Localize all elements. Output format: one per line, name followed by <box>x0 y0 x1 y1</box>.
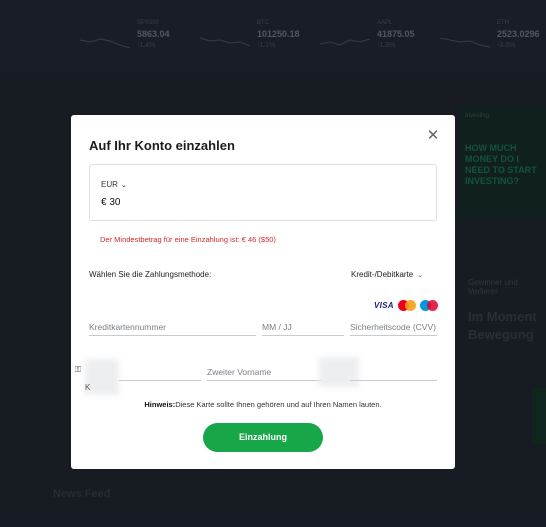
card-number-input[interactable] <box>89 318 256 336</box>
visa-icon: VISA <box>374 300 394 310</box>
last-name-input[interactable] <box>350 363 437 381</box>
redacted-glyph: K <box>85 383 91 392</box>
hint-text: Diese Karte sollte Ihnen gehören und auf… <box>175 400 382 409</box>
card-brands: VISA <box>374 299 438 311</box>
chevron-down-icon: ⌄ <box>417 272 424 279</box>
redacted-glyph: ⚿ <box>75 365 82 374</box>
amount-input[interactable] <box>101 197 421 208</box>
card-ownership-hint: Hinweis:Diese Karte sollte Ihnen gehören… <box>71 400 455 409</box>
middle-name-input[interactable] <box>207 363 322 381</box>
currency-label: EUR <box>101 180 118 189</box>
mastercard-icon <box>397 299 416 311</box>
first-name-input[interactable] <box>119 363 201 381</box>
chevron-down-icon: ⌄ <box>120 182 127 189</box>
min-amount-error: Der Mindestbetrag für eine Einzahlung is… <box>100 235 276 244</box>
expiry-input[interactable] <box>262 318 344 336</box>
payment-method-value: Kredit-/Debitkarte <box>351 270 414 279</box>
deposit-button[interactable]: Einzahlung <box>203 423 323 452</box>
payment-method-select[interactable]: Kredit-/Debitkarte ⌄ <box>351 270 423 279</box>
currency-selector[interactable]: EUR ⌄ <box>101 180 127 189</box>
maestro-icon <box>419 299 438 311</box>
payment-method-label: Wählen Sie die Zahlungsmethode: <box>89 270 212 279</box>
deposit-modal: Auf Ihr Konto einzahlen ✕ EUR⌄ Der Minde… <box>71 115 455 469</box>
close-icon[interactable]: ✕ <box>426 128 440 143</box>
cvv-input[interactable] <box>350 318 437 336</box>
amount-box: EUR ⌄ <box>89 164 437 221</box>
modal-title: Auf Ihr Konto einzahlen <box>89 138 235 153</box>
hint-label: Hinweis: <box>144 400 176 409</box>
